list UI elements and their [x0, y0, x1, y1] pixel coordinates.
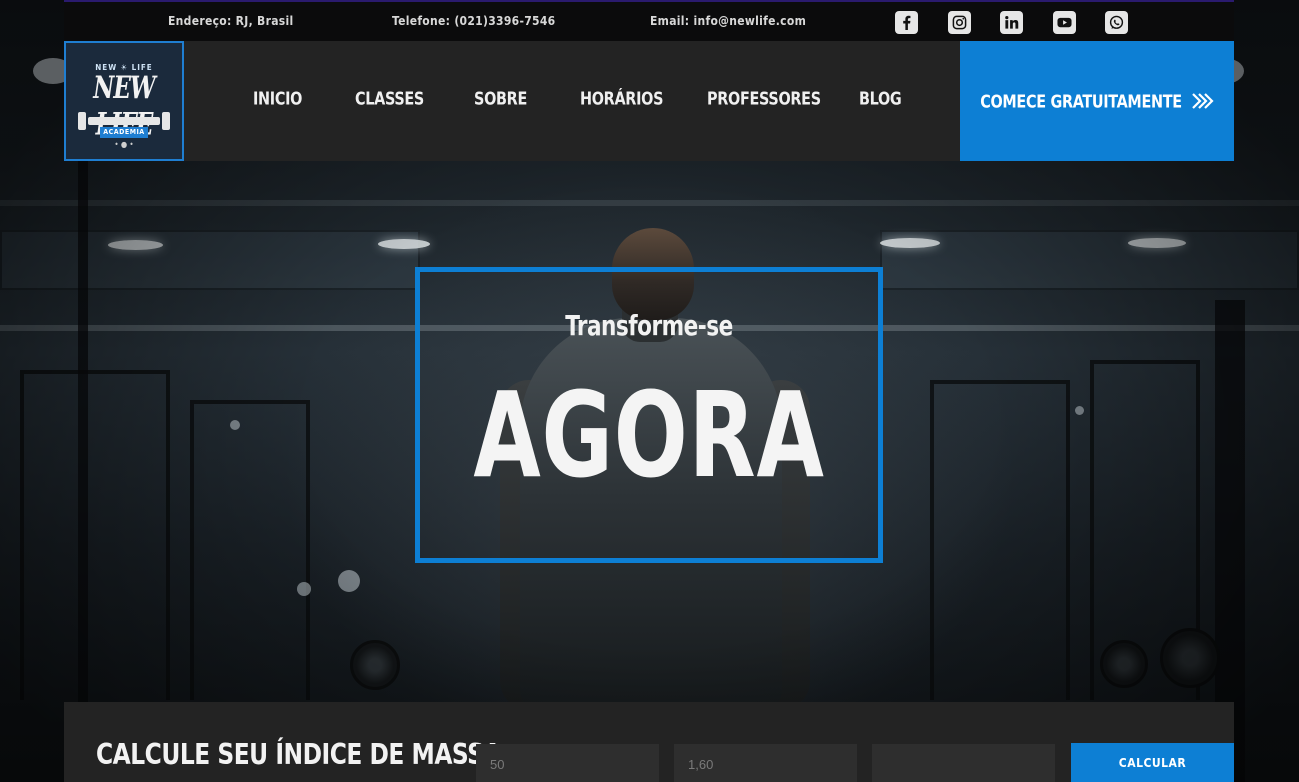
extra-input[interactable]: [872, 744, 1055, 782]
address-text: Endereço: RJ, Brasil: [168, 14, 294, 28]
calculate-button[interactable]: CALCULAR: [1071, 743, 1234, 782]
nav-classes[interactable]: CLASSES: [355, 88, 424, 109]
youtube-icon[interactable]: [1053, 11, 1076, 34]
nav-blog[interactable]: BLOG: [859, 88, 902, 109]
nav-sobre[interactable]: SOBRE: [474, 88, 527, 109]
barbell-icon: [78, 112, 170, 130]
top-info-bar: Endereço: RJ, Brasil Telefone: (021)3396…: [64, 0, 1234, 41]
nav-professores[interactable]: PROFESSORES: [707, 88, 821, 109]
height-input[interactable]: [674, 744, 857, 782]
phone-text: Telefone: (021)3396-7546: [392, 14, 556, 28]
linkedin-icon[interactable]: [1000, 11, 1023, 34]
hero-subtitle: Transforme-se: [565, 309, 733, 343]
email-text: Email: info@newlife.com: [650, 14, 807, 28]
double-chevron-right-icon: [1192, 93, 1214, 109]
logo-dots: • ● •: [114, 140, 134, 149]
start-free-label: COMECE GRATUITAMENTE: [980, 90, 1182, 112]
whatsapp-icon[interactable]: [1105, 11, 1128, 34]
nav-horarios[interactable]: HORÁRIOS: [580, 88, 663, 109]
bmi-heading: CALCULE SEU ÍNDICE DE MASSA: [96, 738, 502, 772]
instagram-icon[interactable]: [948, 11, 971, 34]
hero-title: AGORA: [473, 366, 825, 504]
brand-logo[interactable]: NEW ☀ LIFE NEW LIFE ACADEMIA • ● •: [64, 41, 184, 161]
facebook-icon[interactable]: [895, 11, 918, 34]
nav-inicio[interactable]: INICIO: [253, 88, 302, 109]
logo-badge-text: ACADEMIA: [100, 127, 148, 138]
start-free-button[interactable]: COMECE GRATUITAMENTE: [960, 41, 1234, 161]
weight-input[interactable]: [476, 744, 659, 782]
